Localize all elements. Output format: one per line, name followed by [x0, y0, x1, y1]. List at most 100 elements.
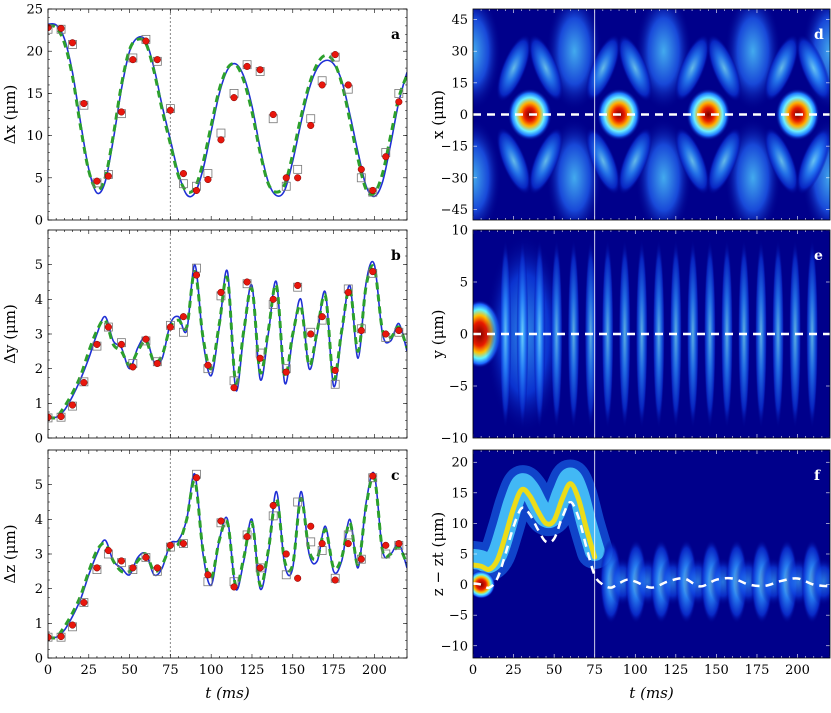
- heatmap-area: [473, 9, 830, 220]
- y-tick-label: −45: [441, 203, 468, 218]
- y-tick-label: 5: [35, 171, 43, 186]
- data-point-dot: [192, 474, 201, 482]
- data-point-dot: [166, 106, 174, 114]
- data-point-dot: [129, 564, 137, 572]
- data-point-dot: [192, 186, 201, 195]
- data-point-dot: [204, 571, 212, 579]
- plot-area: [48, 230, 407, 438]
- data-point-square: [216, 128, 226, 138]
- data-point-dot: [80, 598, 88, 607]
- data-point-dot: [269, 295, 277, 303]
- data-point-dot: [256, 354, 264, 362]
- data-point-dot: [142, 553, 150, 562]
- y-tick-label: 45: [451, 13, 468, 28]
- data-point-dot: [142, 37, 150, 45]
- y-tick-label: 3: [35, 548, 43, 563]
- x-tick-label: 0: [469, 663, 477, 678]
- data-point-dot: [307, 121, 315, 130]
- heatmap-focus: [473, 570, 496, 599]
- series-line-simulation: [48, 24, 407, 197]
- x-tick-label: 75: [162, 663, 179, 678]
- data-point-dot: [80, 378, 88, 387]
- data-point-dot: [256, 564, 264, 572]
- x-tick-label: 150: [280, 663, 305, 678]
- x-tick-label: 25: [505, 663, 522, 678]
- x-tick-label: 0: [44, 663, 52, 678]
- y-tick-label: 5: [35, 478, 43, 493]
- panel-letter: d: [814, 27, 824, 43]
- y-tick-label: 2: [35, 362, 43, 377]
- data-point-dot: [230, 94, 238, 102]
- panel-c: 0123450 25 50 75 100 125 150 175 200t (ms)Δz (μm…: [1, 449, 408, 702]
- data-point-dot: [269, 501, 277, 510]
- data-point-dot: [382, 153, 390, 161]
- data-point-dot: [57, 412, 65, 421]
- y-tick-label: 20: [451, 456, 468, 471]
- series-line-theory: [48, 22, 407, 198]
- data-point-dot: [382, 330, 390, 338]
- panel-e: −10 −5 0 5 10 y (μm) e: [429, 224, 831, 447]
- plot-area: [48, 450, 407, 658]
- y-tick-label: 10: [451, 224, 468, 239]
- data-point-dot: [318, 313, 326, 321]
- data-point-dot: [344, 288, 352, 296]
- data-point-dot: [142, 335, 150, 343]
- y-tick-label: 15: [26, 87, 43, 102]
- data-point-dot: [318, 81, 326, 89]
- y-tick-label: 30: [451, 45, 468, 60]
- data-point-square: [293, 164, 303, 174]
- panel-letter: b: [391, 248, 401, 264]
- data-point-dot: [129, 363, 137, 371]
- data-point-dot: [318, 540, 326, 548]
- data-point-dot: [294, 174, 302, 182]
- data-point-dot: [204, 361, 212, 369]
- plot-frame: [47, 229, 408, 439]
- panel-letter: a: [391, 27, 400, 43]
- panel-f: −10−5051015200 25 50 75 100 125 150 175 200t (ms…: [429, 449, 831, 702]
- x-tick-label: 200: [362, 663, 387, 678]
- x-tick-label: 125: [663, 663, 688, 678]
- data-point-dot: [129, 56, 137, 64]
- series-line-theory: [48, 471, 407, 639]
- plot-area: [48, 9, 407, 220]
- y-tick-label: −15: [441, 140, 468, 155]
- data-point-dot: [369, 186, 377, 195]
- series-line-simulation: [48, 264, 407, 420]
- x-tick-label: 175: [321, 663, 346, 678]
- panel-b: 0 1 2 3 4 5 Δy (μm) b: [1, 229, 408, 447]
- y-axis-label: Δz (μm): [1, 524, 19, 583]
- data-point-dot: [294, 574, 302, 582]
- data-point-dot: [243, 278, 251, 286]
- data-point-dot: [217, 136, 225, 144]
- y-tick-label: 0: [35, 652, 43, 667]
- data-point-dot: [331, 51, 339, 59]
- x-tick-label: 75: [586, 663, 603, 678]
- plot-frame: [47, 449, 408, 659]
- data-point-dot: [230, 384, 238, 392]
- data-point-dot: [331, 576, 339, 584]
- y-tick-label: 0: [35, 214, 43, 229]
- data-point-dot: [357, 555, 365, 563]
- y-axis-label: Δy (μm): [1, 304, 19, 364]
- x-tick-label: 100: [623, 663, 648, 678]
- data-point-dot: [192, 271, 201, 279]
- y-tick-label: 0: [460, 108, 468, 123]
- panel-d: −45 −30 −15 0 15 30 45 x (μm) d: [429, 8, 831, 221]
- y-axis-label: z − zt (μm): [429, 512, 447, 596]
- x-axis-label: t (ms): [205, 684, 250, 702]
- x-tick-label: 125: [240, 663, 265, 678]
- data-point-dot: [80, 99, 88, 108]
- y-tick-label: 5: [460, 548, 468, 563]
- data-point-dot: [282, 368, 290, 376]
- y-tick-label: 10: [26, 129, 43, 144]
- data-point-dot: [382, 541, 390, 549]
- data-point-dot: [179, 540, 187, 548]
- series-line-simulation: [48, 474, 407, 640]
- y-tick-label: 3: [35, 328, 43, 343]
- data-point-dot: [344, 81, 352, 89]
- y-tick-label: 1: [35, 397, 43, 412]
- data-point-dot: [68, 401, 77, 409]
- data-point-dot: [357, 165, 365, 173]
- figure: 0510152025Δx (μm)a012345Δy (μm)b0123450 2…: [1, 3, 831, 702]
- y-tick-label: −10: [441, 432, 468, 447]
